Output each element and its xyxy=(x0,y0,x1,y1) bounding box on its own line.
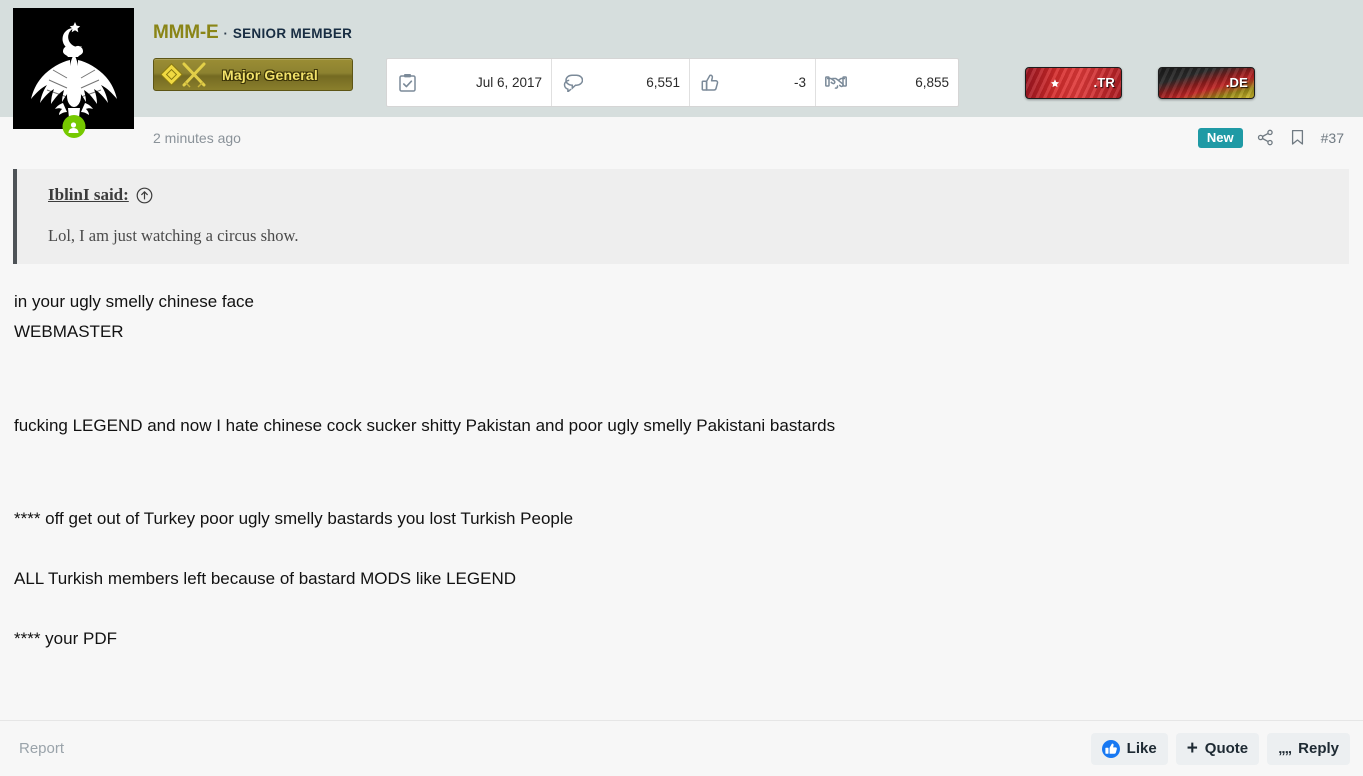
share-icon[interactable] xyxy=(1257,129,1275,147)
author-title: SENIOR MEMBER xyxy=(232,26,353,41)
author-username[interactable]: MMM-E xyxy=(153,22,219,44)
header-main: MMM-E · SENIOR MEMBER Major General Jul … xyxy=(153,0,1363,107)
flag-tld-de: .DE xyxy=(1225,75,1248,90)
like-button[interactable]: Like xyxy=(1090,732,1168,765)
post-footer: Report Like + Quote „„ Reply xyxy=(0,720,1363,776)
post-body: IblinI said: Lol, I am just watching a c… xyxy=(0,158,1363,720)
reply-button-label: Reply xyxy=(1298,740,1339,757)
flag-badge-tr: .TR xyxy=(1025,66,1122,99)
country-flag-badges: .TR .DE xyxy=(1025,58,1255,107)
rank-label: Major General xyxy=(222,66,318,83)
post-number[interactable]: #37 xyxy=(1321,130,1344,146)
post-line: in your ugly smelly chinese face xyxy=(14,292,255,311)
thumbs-up-icon xyxy=(699,72,721,94)
forum-post: MMM-E · SENIOR MEMBER Major General Jul … xyxy=(0,0,1363,776)
flag-tld-tr: .TR xyxy=(1093,75,1115,90)
name-separator: · xyxy=(223,26,228,41)
avatar-wrap[interactable] xyxy=(13,8,134,138)
stat-joined-date-value: Jul 6, 2017 xyxy=(475,75,542,90)
quote-header: IblinI said: xyxy=(48,185,1331,205)
thumbs-up-circle-icon xyxy=(1101,739,1120,758)
post-meta-row: 2 minutes ago New #37 xyxy=(0,117,1363,158)
clipboard-check-icon xyxy=(396,72,418,94)
bookmark-icon[interactable] xyxy=(1289,129,1307,147)
author-stats: Jul 6, 2017 6,551 -3 6,855 xyxy=(386,58,959,107)
post-meta-actions: New #37 xyxy=(1197,127,1344,148)
post-line: **** off get out of Turkey poor ugly sme… xyxy=(14,508,574,528)
report-link[interactable]: Report xyxy=(19,740,64,757)
stat-messages: 6,551 xyxy=(552,59,690,106)
post-actions: Like + Quote „„ Reply xyxy=(1090,732,1350,765)
quote-button[interactable]: + Quote xyxy=(1175,732,1260,765)
rank-badge: Major General xyxy=(153,58,353,91)
double-headed-eagle-emblem-icon xyxy=(13,8,134,129)
stat-reaction-score-value: -3 xyxy=(793,75,806,90)
post-line: **** your PDF xyxy=(14,629,117,649)
header-badges-row: Major General Jul 6, 2017 6,551 -3 6,855… xyxy=(153,58,1363,107)
stat-points: 6,855 xyxy=(816,59,958,106)
circle-arrow-up-icon[interactable] xyxy=(136,187,153,204)
reply-button[interactable]: „„ Reply xyxy=(1267,732,1350,765)
handshake-icon xyxy=(825,72,847,94)
quote-text: Lol, I am just watching a circus show. xyxy=(48,226,299,245)
flag-badge-de: .DE xyxy=(1158,66,1255,99)
stat-reaction-score: -3 xyxy=(690,59,816,106)
turkish-crescent-star-icon xyxy=(1031,71,1065,95)
stat-points-value: 6,855 xyxy=(915,75,949,90)
post-line: fucking LEGEND and now I hate chinese co… xyxy=(14,415,836,435)
quote-block: IblinI said: Lol, I am just watching a c… xyxy=(13,169,1349,264)
post-line: ALL Turkish members left because of bast… xyxy=(14,569,517,588)
quote-author[interactable]: IblinI said: xyxy=(48,185,129,205)
quote-button-label: Quote xyxy=(1204,740,1249,757)
stat-messages-value: 6,551 xyxy=(646,75,680,90)
post-message: in your ugly smelly chinese face WEBMAST… xyxy=(13,287,1349,655)
avatar[interactable] xyxy=(13,8,134,129)
quotation-marks-icon: „„ xyxy=(1278,740,1292,757)
comments-icon xyxy=(561,72,583,94)
online-status-icon xyxy=(62,115,85,138)
stat-joined-date: Jul 6, 2017 xyxy=(387,59,552,106)
like-button-label: Like xyxy=(1126,740,1157,757)
post-line: WEBMASTER xyxy=(14,322,124,342)
plus-icon: + xyxy=(1186,738,1198,759)
post-timestamp[interactable]: 2 minutes ago xyxy=(153,130,241,146)
new-badge: New xyxy=(1197,127,1243,148)
author-line: MMM-E · SENIOR MEMBER xyxy=(153,22,1363,44)
diamond-crossed-swords-icon xyxy=(154,59,222,90)
post-header: MMM-E · SENIOR MEMBER Major General Jul … xyxy=(0,0,1363,138)
